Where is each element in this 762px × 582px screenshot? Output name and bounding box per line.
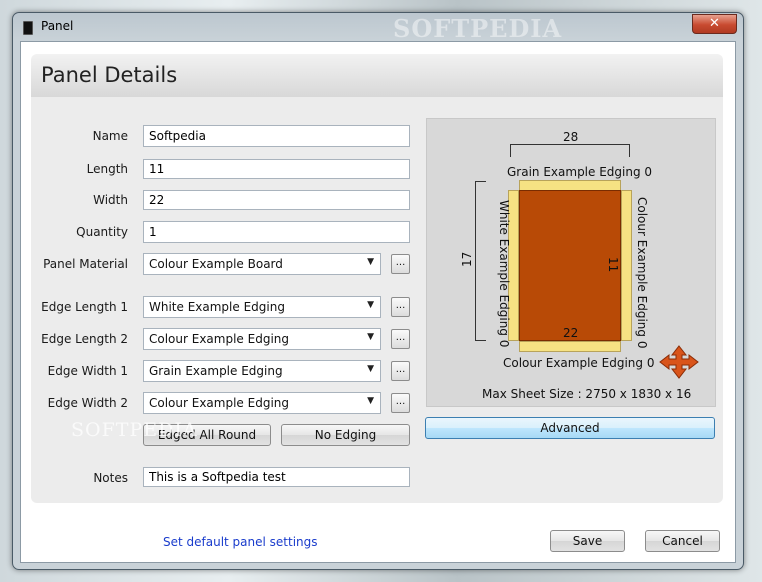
max-sheet-size: Max Sheet Size : 2750 x 1830 x 16 bbox=[482, 387, 692, 401]
width-field[interactable] bbox=[143, 190, 410, 210]
chevron-down-icon: ▼ bbox=[367, 300, 374, 310]
notes-label: Notes bbox=[93, 471, 128, 485]
header-band: Panel Details bbox=[31, 54, 723, 97]
panel-material-value: Colour Example Board bbox=[149, 257, 283, 271]
chevron-down-icon: ▼ bbox=[367, 364, 374, 374]
panel-material-label: Panel Material bbox=[43, 257, 128, 271]
edge-width-1-select[interactable]: Grain Example Edging ▼ bbox=[143, 360, 381, 382]
title-bar[interactable]: Panel SOFTPEDIA ✕ bbox=[13, 13, 743, 43]
edge-width-1-label: Edge Width 1 bbox=[47, 364, 128, 378]
left-dimension-value: 17 bbox=[460, 251, 474, 267]
edge-width-1-browse-button[interactable]: ... bbox=[391, 361, 410, 381]
close-button[interactable]: ✕ bbox=[692, 14, 737, 34]
length-field[interactable] bbox=[143, 159, 410, 179]
panel-material-select[interactable]: Colour Example Board ▼ bbox=[143, 253, 381, 275]
edge-length-2-select[interactable]: Colour Example Edging ▼ bbox=[143, 328, 381, 350]
length-label: Length bbox=[86, 162, 128, 176]
edge-length-2-label: Edge Length 2 bbox=[41, 332, 128, 346]
edge-width-2-select[interactable]: Colour Example Edging ▼ bbox=[143, 392, 381, 414]
edge-length-1-value: White Example Edging bbox=[149, 300, 285, 314]
watermark: SOFTPEDIA bbox=[393, 14, 563, 43]
client-area: Panel Details Name Length Width Quantity… bbox=[20, 41, 736, 563]
panel-window: Panel SOFTPEDIA ✕ Panel Details Name Len… bbox=[12, 12, 744, 570]
inner-bottom-dimension: 22 bbox=[563, 326, 579, 340]
form-panel: Name Length Width Quantity Panel Materia… bbox=[31, 97, 723, 503]
no-edging-button[interactable]: No Edging bbox=[281, 424, 410, 446]
move-arrows-icon[interactable] bbox=[657, 344, 701, 380]
right-edge-label: Colour Example Edging 0 bbox=[635, 197, 649, 349]
edge-width-2-label: Edge Width 2 bbox=[47, 396, 128, 410]
inner-right-dimension: 11 bbox=[606, 257, 620, 273]
left-dimension-bracket bbox=[475, 181, 486, 341]
set-default-link[interactable]: Set default panel settings bbox=[163, 535, 318, 549]
panel-preview: 28 Grain Example Edging 0 17 White Examp… bbox=[426, 118, 716, 407]
name-label: Name bbox=[92, 129, 128, 143]
cancel-button[interactable]: Cancel bbox=[645, 530, 720, 552]
left-edge-label: White Example Edging 0 bbox=[497, 200, 511, 348]
quantity-label: Quantity bbox=[76, 225, 128, 239]
edge-length-1-select[interactable]: White Example Edging ▼ bbox=[143, 296, 381, 318]
top-edge-label: Grain Example Edging 0 bbox=[507, 165, 653, 179]
bottom-edging-strip bbox=[519, 341, 621, 352]
panel-material-browse-button[interactable]: ... bbox=[391, 254, 410, 274]
width-label: Width bbox=[93, 193, 128, 207]
top-dimension-value: 28 bbox=[563, 130, 579, 144]
edge-length-2-browse-button[interactable]: ... bbox=[391, 329, 410, 349]
notes-field[interactable] bbox=[143, 467, 410, 487]
advanced-button[interactable]: Advanced bbox=[425, 417, 715, 439]
window-title: Panel bbox=[41, 19, 74, 33]
edge-width-2-browse-button[interactable]: ... bbox=[391, 393, 410, 413]
chevron-down-icon: ▼ bbox=[367, 396, 374, 406]
edge-length-2-value: Colour Example Edging bbox=[149, 332, 289, 346]
top-dimension-bracket bbox=[510, 144, 630, 157]
page-title: Panel Details bbox=[41, 63, 178, 87]
chevron-down-icon: ▼ bbox=[367, 257, 374, 267]
chevron-down-icon: ▼ bbox=[367, 332, 374, 342]
edge-width-1-value: Grain Example Edging bbox=[149, 364, 283, 378]
app-icon bbox=[23, 21, 33, 35]
edge-width-2-value: Colour Example Edging bbox=[149, 396, 289, 410]
watermark-mid: SOFTPEDIA bbox=[71, 419, 198, 441]
edge-length-1-browse-button[interactable]: ... bbox=[391, 297, 410, 317]
bottom-edge-label: Colour Example Edging 0 bbox=[503, 356, 655, 370]
quantity-field[interactable] bbox=[143, 221, 410, 243]
save-button[interactable]: Save bbox=[550, 530, 625, 552]
edge-length-1-label: Edge Length 1 bbox=[41, 300, 128, 314]
name-field[interactable] bbox=[143, 125, 410, 147]
right-edging-strip bbox=[621, 190, 632, 341]
